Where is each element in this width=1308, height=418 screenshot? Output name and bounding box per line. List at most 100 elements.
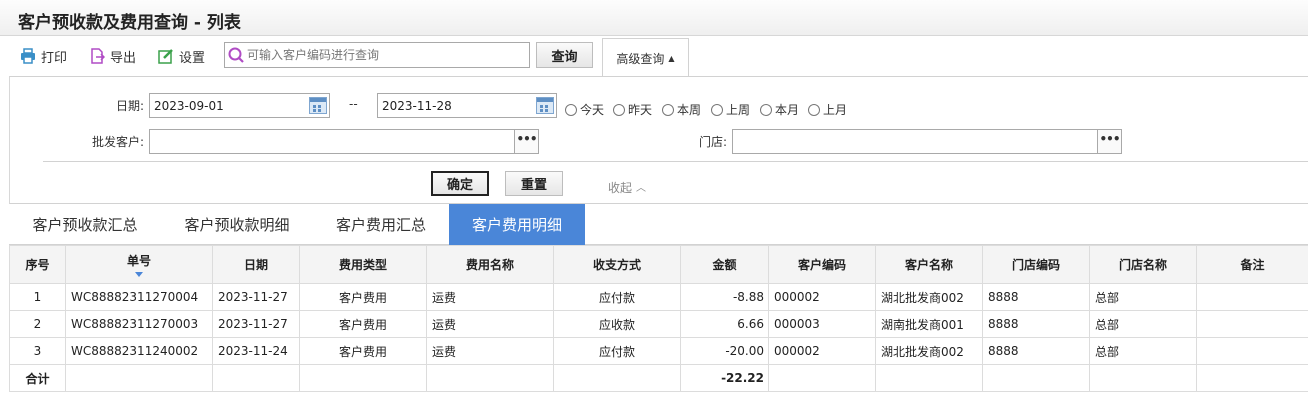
cell: 应付款 [553,283,681,311]
cell [553,364,681,392]
col-header[interactable]: 费用名称 [426,245,554,284]
cell: 2023-11-27 [212,310,300,338]
tab-prepay-summary[interactable]: 客户预收款汇总 [9,204,161,245]
more-icon[interactable]: ••• [514,130,538,153]
col-header[interactable]: 收支方式 [553,245,681,284]
cell: 客户费用 [299,283,427,311]
cell: 运费 [426,337,554,365]
radio-label: 今天 [580,103,605,117]
cell: 8888 [982,310,1090,338]
store-label: 门店: [699,135,728,149]
printer-icon [21,48,35,64]
radio-last-month[interactable]: 上月 [808,101,847,118]
table-row[interactable]: 2 WC88882311270003 2023-11-27 客户费用 运费 应收… [9,310,1308,338]
radio-this-month[interactable]: 本月 [760,101,799,118]
advanced-query-tab[interactable]: 高级查询 ▲ [602,38,689,77]
cell [1196,337,1308,365]
date-to-field[interactable]: 2023-11-28 [377,93,557,118]
cell: 应付款 [553,337,681,365]
fee-detail-table: 序号 单号 日期 费用类型 费用名称 收支方式 金额 客户编码 客户名称 门店编… [9,245,1308,392]
settings-label: 设置 [179,50,206,66]
sort-desc-icon[interactable] [135,272,143,277]
col-header[interactable]: 客户编码 [768,245,876,284]
tab-prepay-detail[interactable]: 客户预收款明细 [161,204,313,245]
table-row[interactable]: 3 WC88882311240002 2023-11-24 客户费用 运费 应付… [9,337,1308,365]
radio-last-week[interactable]: 上周 [711,101,750,118]
store-field[interactable]: ••• [732,129,1122,154]
radio-icon [662,103,674,116]
cell [212,364,300,392]
export-button[interactable]: 导出 [89,45,136,67]
cell: 1 [9,283,66,311]
cell [65,364,213,392]
radio-today[interactable]: 今天 [565,101,604,118]
total-row: 合计 -22.22 [9,364,1308,392]
advanced-query-label: 高级查询 [616,51,665,66]
table-header-row: 序号 单号 日期 费用类型 费用名称 收支方式 金额 客户编码 客户名称 门店编… [9,245,1308,284]
col-header[interactable]: 序号 [9,245,66,284]
ok-button[interactable]: 确定 [431,171,489,196]
radio-icon [565,103,577,116]
col-header[interactable]: 门店编码 [982,245,1090,284]
search-icon [228,47,244,63]
calendar-icon[interactable] [309,97,327,114]
cell [1196,310,1308,338]
customer-field[interactable]: ••• [149,129,539,154]
cell: -20.00 [680,337,769,365]
col-header-order-no[interactable]: 单号 [65,245,213,284]
radio-icon [711,103,723,116]
search-box[interactable] [224,42,530,68]
cell: 运费 [426,310,554,338]
chevron-up-icon: ︿ [636,183,647,194]
radio-yesterday[interactable]: 昨天 [613,101,652,118]
col-header[interactable]: 金额 [680,245,769,284]
settings-button[interactable]: 设置 [158,45,205,67]
cell: 运费 [426,283,554,311]
query-button[interactable]: 查询 [536,42,593,68]
page-title: 客户预收款及费用查询 - 列表 [18,13,241,33]
search-input[interactable] [247,44,517,66]
more-icon[interactable]: ••• [1097,130,1121,153]
col-header[interactable]: 日期 [212,245,300,284]
cell: 2 [9,310,66,338]
table-row[interactable]: 1 WC88882311270004 2023-11-27 客户费用 运费 应付… [9,283,1308,311]
col-header[interactable]: 客户名称 [875,245,983,284]
cell: -8.88 [680,283,769,311]
print-label: 打印 [41,50,68,66]
cell: 湖北批发商002 [875,283,983,311]
cell: 000002 [768,283,876,311]
print-button[interactable]: 打印 [20,45,67,67]
date-label: 日期: [116,99,145,113]
tab-fee-summary[interactable]: 客户费用汇总 [313,204,449,245]
cell: 湖北批发商002 [875,337,983,365]
col-header[interactable]: 门店名称 [1089,245,1197,284]
cell [875,364,983,392]
date-from-value: 2023-09-01 [154,99,224,113]
tab-bar: 客户预收款汇总 客户预收款明细 客户费用汇总 客户费用明细 [9,204,1308,245]
date-from-field[interactable]: 2023-09-01 [149,93,330,118]
total-label: 合计 [9,364,66,392]
radio-this-week[interactable]: 本周 [662,101,701,118]
cell: 8888 [982,337,1090,365]
cell: 2023-11-27 [212,283,300,311]
cell: WC88882311270003 [65,310,213,338]
export-label: 导出 [110,50,137,66]
cell: 000003 [768,310,876,338]
cell: 8888 [982,283,1090,311]
radio-icon [808,103,820,116]
cell: WC88882311240002 [65,337,213,365]
col-header[interactable]: 费用类型 [299,245,427,284]
date-separator: -- [349,97,358,111]
reset-button[interactable]: 重置 [505,171,563,196]
radio-icon [760,103,772,116]
col-header[interactable]: 备注 [1196,245,1308,284]
cell: 6.66 [680,310,769,338]
calendar-icon[interactable] [536,97,554,114]
radio-label: 上周 [726,103,751,117]
date-to-value: 2023-11-28 [382,99,452,113]
collapse-label: 收起 [608,181,633,195]
cell: 总部 [1089,337,1197,365]
collapse-link[interactable]: 收起 ︿ [608,179,646,196]
tab-fee-detail[interactable]: 客户费用明细 [449,204,585,245]
total-amount: -22.22 [680,364,769,392]
